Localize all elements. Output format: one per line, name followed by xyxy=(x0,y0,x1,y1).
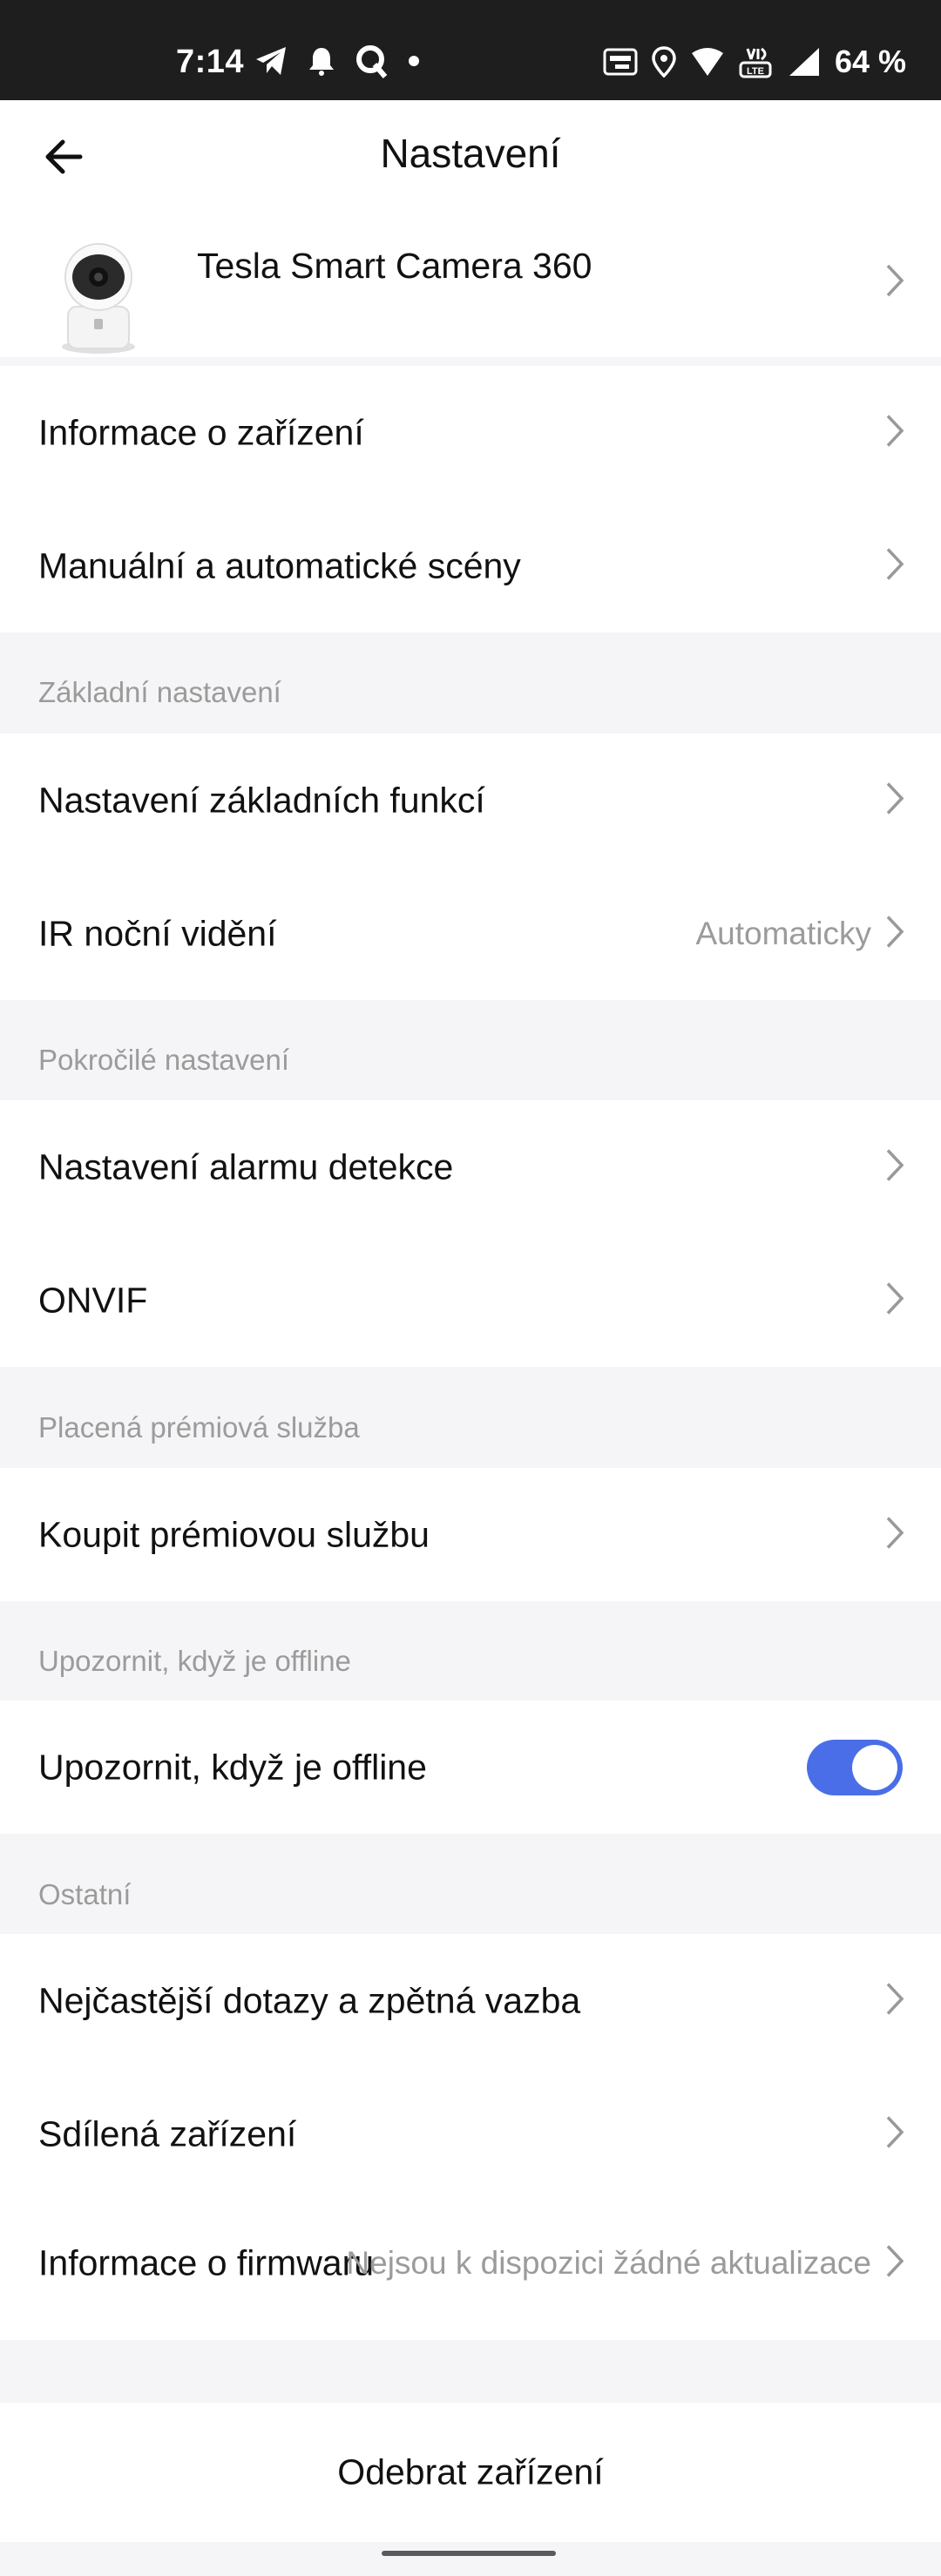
row-detection-alarm[interactable]: Nastavení alarmu detekce xyxy=(0,1100,941,1234)
row-faq[interactable]: Nejčastější dotazy a zpětná vazba xyxy=(0,1934,941,2067)
device-name: Tesla Smart Camera 360 xyxy=(197,246,592,286)
chevron-right-icon xyxy=(885,2244,904,2283)
row-offline-notify: Upozornit, když je offline xyxy=(0,1700,941,1834)
section-header-advanced: Pokročilé nastavení xyxy=(38,1044,289,1076)
q-app-icon xyxy=(354,44,389,78)
top-app-bar: Nastavení xyxy=(0,100,941,209)
remove-device-label: Odebrat zařízení xyxy=(337,2451,604,2492)
row-label: Nejčastější dotazy a zpětná vazba xyxy=(38,1980,581,2020)
chevron-right-icon xyxy=(885,1147,904,1187)
device-header-row[interactable]: Tesla Smart Camera 360 xyxy=(0,209,941,357)
row-firmware-info[interactable]: Informace o firmwaru Nejsou k dispozici … xyxy=(0,2201,941,2340)
telegram-icon xyxy=(254,45,289,77)
row-scenes[interactable]: Manuální a automatické scény xyxy=(0,499,941,632)
row-buy-premium[interactable]: Koupit prémiovou službu xyxy=(0,1468,941,1601)
volte-icon: LTE xyxy=(739,45,774,78)
row-device-info[interactable]: Informace o zařízení xyxy=(0,366,941,499)
chevron-right-icon xyxy=(885,546,904,585)
row-label: Nastavení alarmu detekce xyxy=(38,1146,454,1187)
row-label: Informace o firmwaru xyxy=(38,2242,375,2283)
location-icon xyxy=(652,46,676,78)
signal-icon xyxy=(788,46,821,78)
dot-icon xyxy=(408,55,420,67)
row-label: Nastavení základních funkcí xyxy=(38,780,485,820)
offline-notify-toggle[interactable] xyxy=(807,1739,903,1795)
camera-device-image xyxy=(51,226,146,357)
battery-percentage: 64 % xyxy=(834,44,906,79)
row-label: ONVIF xyxy=(38,1280,148,1320)
chevron-right-icon xyxy=(885,914,904,953)
chevron-right-icon xyxy=(885,1981,904,2020)
section-header-premium: Placená prémiová služba xyxy=(38,1411,360,1444)
remove-device-button[interactable]: Odebrat zařízení xyxy=(0,2403,941,2542)
row-label: IR noční vidění xyxy=(38,913,277,953)
chevron-right-icon xyxy=(885,263,904,302)
row-basic-functions[interactable]: Nastavení základních funkcí xyxy=(0,734,941,867)
chevron-right-icon xyxy=(885,1515,904,1554)
notification-bell-icon xyxy=(308,46,335,76)
row-label: Sdílená zařízení xyxy=(38,2113,297,2153)
section-header-offline: Upozornit, když je offline xyxy=(38,1645,351,1677)
auto-hd-icon xyxy=(603,46,638,78)
toggle-knob xyxy=(852,1744,897,1790)
row-label: Koupit prémiovou službu xyxy=(38,1514,430,1554)
status-time: 7:14 xyxy=(176,44,245,80)
row-label: Manuální a automatické scény xyxy=(38,545,521,585)
svg-text:LTE: LTE xyxy=(747,66,764,77)
row-label: Upozornit, když je offline xyxy=(38,1747,427,1787)
row-value: Nejsou k dispozici žádné aktualizace xyxy=(346,2245,871,2281)
page-title: Nastavení xyxy=(380,131,561,176)
chevron-right-icon xyxy=(885,2114,904,2153)
row-onvif[interactable]: ONVIF xyxy=(0,1234,941,1367)
row-ir-night-vision[interactable]: IR noční vidění Automaticky xyxy=(0,867,941,1000)
chevron-right-icon xyxy=(885,413,904,452)
chevron-right-icon xyxy=(885,1281,904,1320)
chevron-right-icon xyxy=(885,781,904,820)
section-header-basic: Základní nastavení xyxy=(38,676,281,708)
row-label: Informace o zařízení xyxy=(38,412,364,452)
row-value: Automaticky xyxy=(695,915,871,951)
section-header-other: Ostatní xyxy=(38,1878,132,1910)
wifi-icon xyxy=(690,46,725,78)
row-shared-devices[interactable]: Sdílená zařízení xyxy=(0,2067,941,2201)
home-indicator[interactable] xyxy=(382,2551,556,2556)
status-bar: 7:14 LTE 64 % xyxy=(0,0,941,100)
